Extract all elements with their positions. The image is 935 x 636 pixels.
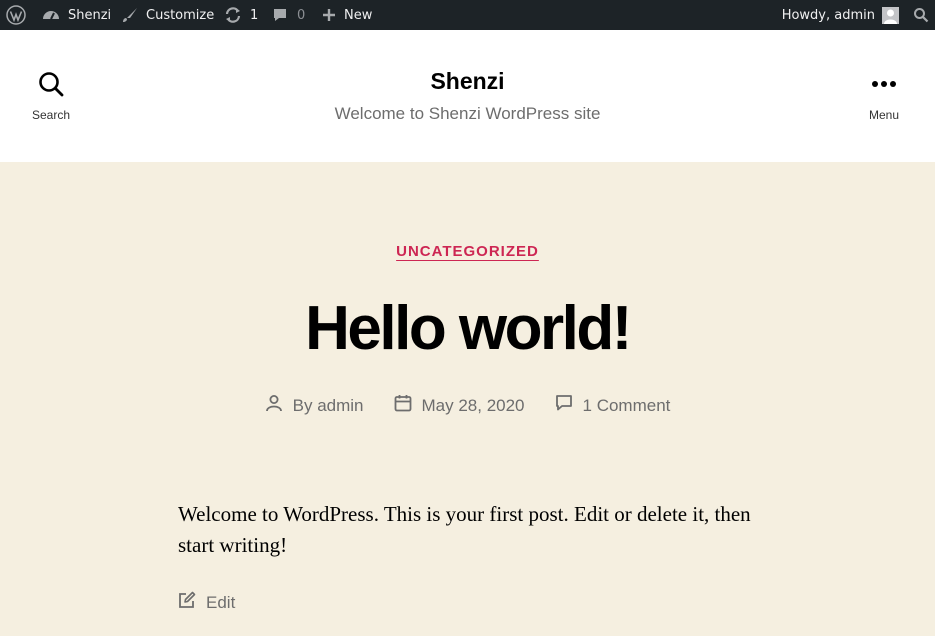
author-link[interactable]: admin (317, 396, 363, 415)
comment-icon (555, 394, 573, 417)
comments-link[interactable]: 1 Comment (583, 396, 671, 416)
post-title: Hello world! (305, 294, 632, 363)
updates-icon (224, 6, 242, 24)
category-link[interactable]: UNCATEGORIZED (396, 243, 539, 260)
comments-count: 0 (297, 7, 306, 23)
dashboard-icon (42, 7, 60, 23)
author-prefix: By (292, 395, 313, 415)
site-header: Search Shenzi Welcome to Shenzi WordPres… (0, 30, 935, 162)
post-comments: 1 Comment (555, 394, 671, 417)
wordpress-logo-icon[interactable] (6, 0, 26, 30)
avatar (882, 6, 899, 24)
plus-icon (322, 8, 336, 22)
brush-icon (122, 7, 138, 23)
site-title[interactable]: Shenzi (0, 68, 935, 95)
admin-bar-new[interactable]: New (322, 0, 372, 30)
edit-post-link[interactable]: Edit (178, 591, 235, 614)
admin-bar-new-label: New (344, 7, 373, 23)
edit-icon (178, 591, 196, 614)
edit-label: Edit (206, 592, 236, 612)
admin-bar: Shenzi Customize 1 0 New Howdy, admin (0, 0, 935, 30)
admin-bar-site[interactable]: Shenzi (42, 0, 111, 30)
updates-count: 1 (250, 7, 259, 23)
admin-greeting: Howdy, admin (781, 7, 875, 23)
admin-bar-search-icon[interactable] (913, 0, 929, 30)
post-author: By admin (265, 394, 364, 417)
admin-bar-account[interactable]: Howdy, admin (782, 0, 899, 30)
menu-dots-icon (871, 71, 897, 102)
admin-bar-comments[interactable]: 0 (272, 0, 305, 30)
admin-bar-site-name: Shenzi (68, 7, 112, 23)
date-link[interactable]: May 28, 2020 (422, 396, 525, 416)
user-icon (265, 394, 283, 417)
menu-toggle-label: Menu (868, 107, 900, 122)
admin-bar-customize-label: Customize (146, 7, 215, 23)
comment-bubble-icon (272, 7, 288, 23)
post-meta: By admin May 28, 2020 1 Comment (0, 394, 935, 417)
search-toggle[interactable]: Search (11, 30, 91, 162)
site-description: Welcome to Shenzi WordPress site (334, 104, 601, 123)
admin-bar-updates[interactable]: 1 (224, 0, 258, 30)
post-content: Welcome to WordPress. This is your first… (178, 502, 751, 557)
admin-bar-customize[interactable]: Customize (122, 0, 214, 30)
post-category: UNCATEGORIZED (0, 243, 935, 261)
calendar-icon (394, 394, 412, 417)
post-date: May 28, 2020 (394, 394, 525, 417)
menu-toggle[interactable]: Menu (844, 30, 924, 162)
